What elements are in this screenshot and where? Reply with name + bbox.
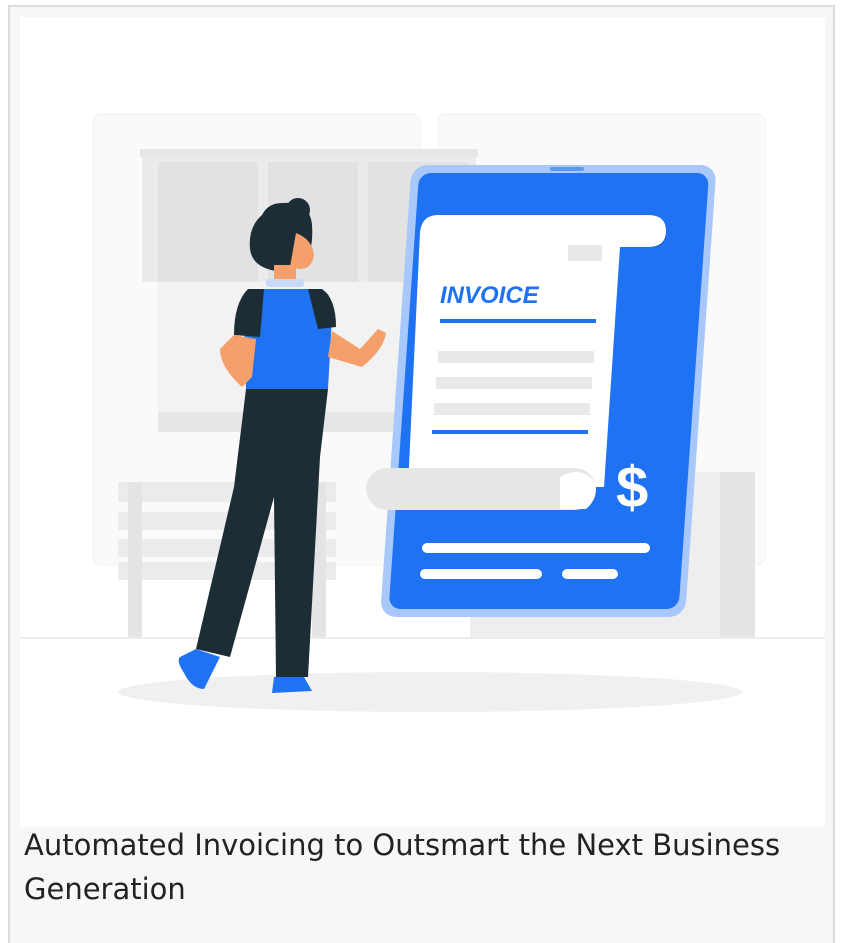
article-card[interactable]: INVOICE $ Automated Invoicing to Outsmar…: [8, 5, 835, 943]
floor-shadow: [118, 672, 742, 712]
article-title-link[interactable]: Automated Invoicing to Outsmart the Next…: [24, 823, 814, 911]
invoice-illustration: INVOICE $: [20, 17, 825, 827]
invoice-illustration-svg: INVOICE $: [20, 113, 825, 712]
dollar-sign-icon: $: [616, 455, 648, 520]
invoice-title: INVOICE: [440, 282, 540, 309]
